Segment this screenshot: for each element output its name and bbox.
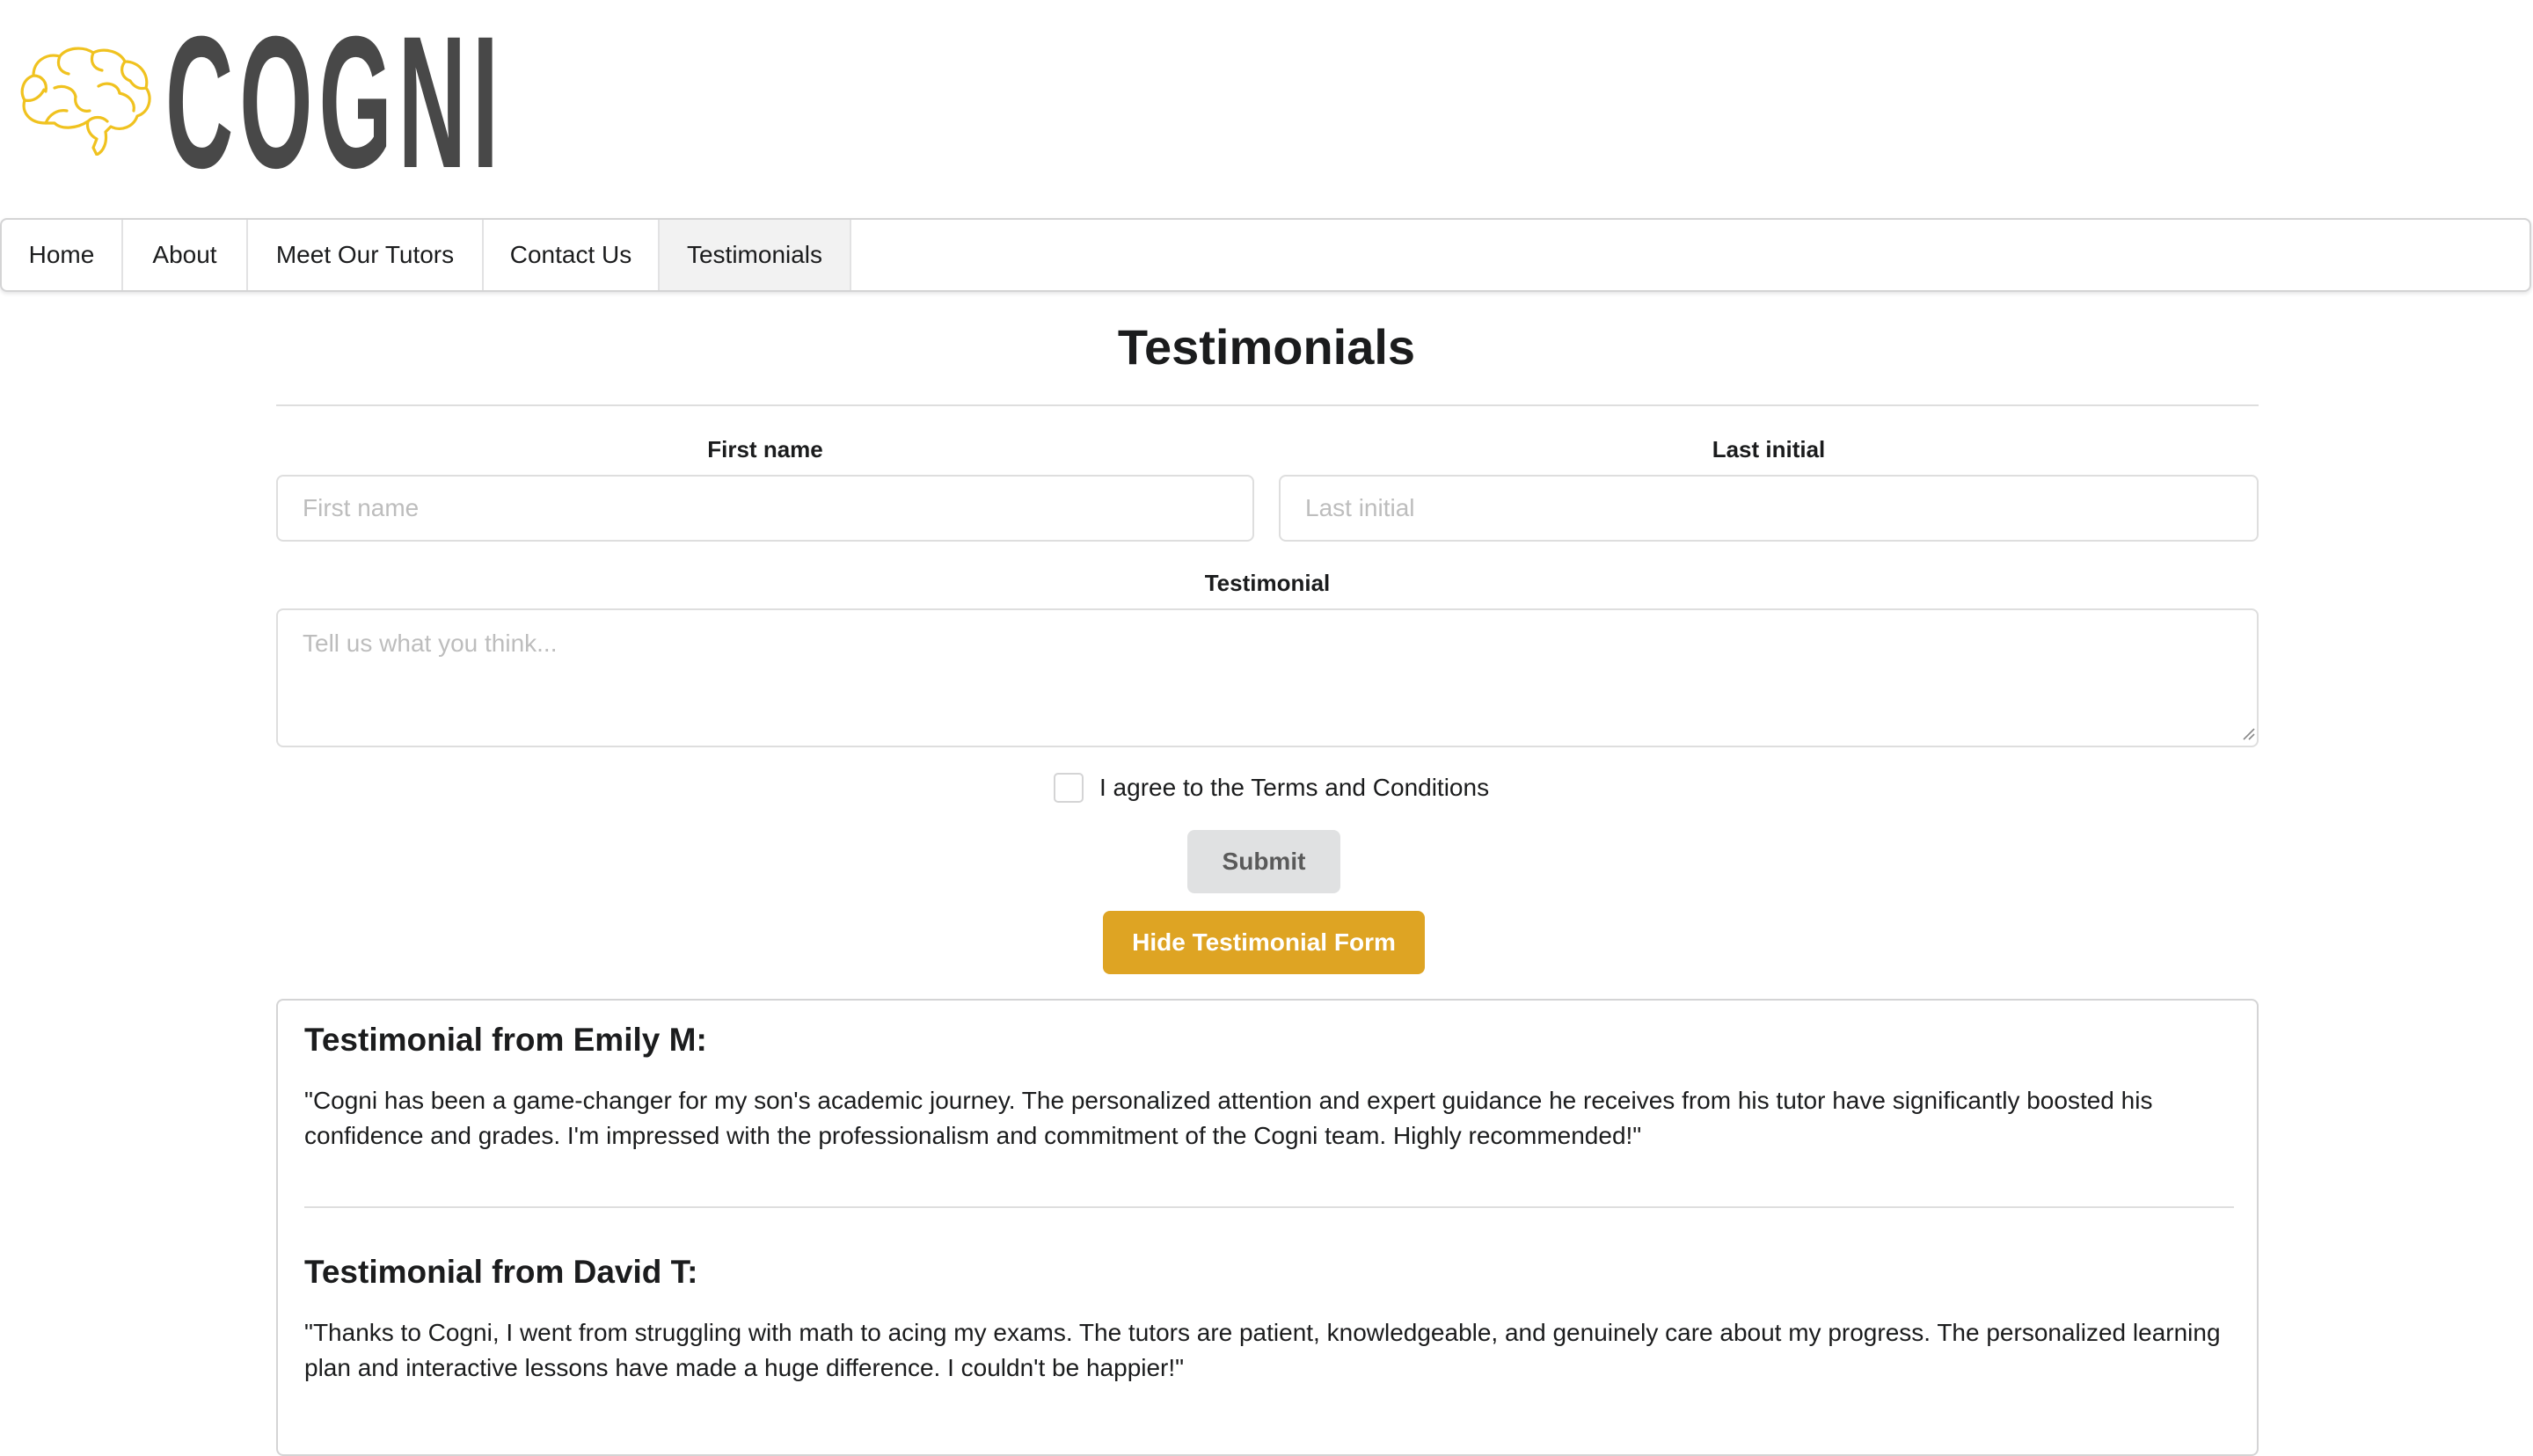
first-name-input[interactable]	[276, 475, 1254, 542]
testimonial-text: "Thanks to Cogni, I went from struggling…	[304, 1319, 2221, 1381]
testimonial-divider	[304, 1206, 2234, 1208]
nav-item-meet-our-tutors[interactable]: Meet Our Tutors	[248, 220, 484, 290]
testimonials-list: Testimonial from Emily M: "Cogni has bee…	[276, 999, 2259, 1456]
nav-item-testimonials[interactable]: Testimonials	[660, 220, 851, 290]
nav-item-contact-us[interactable]: Contact Us	[484, 220, 660, 290]
terms-checkbox[interactable]	[1054, 773, 1084, 803]
testimonial-text: "Cogni has been a game-changer for my so…	[304, 1087, 2153, 1149]
title-divider	[276, 404, 2259, 406]
last-initial-label: Last initial	[1712, 436, 1826, 462]
testimonial-heading: Testimonial from Emily M:	[304, 1022, 707, 1058]
page-title: Testimonials	[1117, 319, 1416, 375]
last-initial-input[interactable]	[1279, 475, 2259, 542]
site-header: COGNI	[0, 0, 2533, 211]
resize-handle-icon[interactable]	[2241, 726, 2255, 740]
nav-item-home[interactable]: Home	[2, 220, 123, 290]
first-name-label: First name	[707, 436, 823, 462]
brain-icon	[20, 47, 151, 156]
submit-button[interactable]: Submit	[1187, 830, 1340, 893]
terms-label[interactable]: I agree to the Terms and Conditions	[1099, 774, 1489, 802]
nav-item-about[interactable]: About	[123, 220, 248, 290]
hide-testimonial-form-button[interactable]: Hide Testimonial Form	[1103, 911, 1425, 974]
brand-logo-text: COGNI	[165, 0, 505, 207]
main-nav: Home About Meet Our Tutors Contact Us Te…	[0, 218, 2531, 292]
testimonial-label: Testimonial	[1204, 570, 1331, 596]
testimonial-textarea[interactable]	[276, 608, 2259, 747]
testimonial-heading: Testimonial from David T:	[304, 1254, 698, 1290]
terms-row: I agree to the Terms and Conditions	[1054, 768, 1489, 807]
